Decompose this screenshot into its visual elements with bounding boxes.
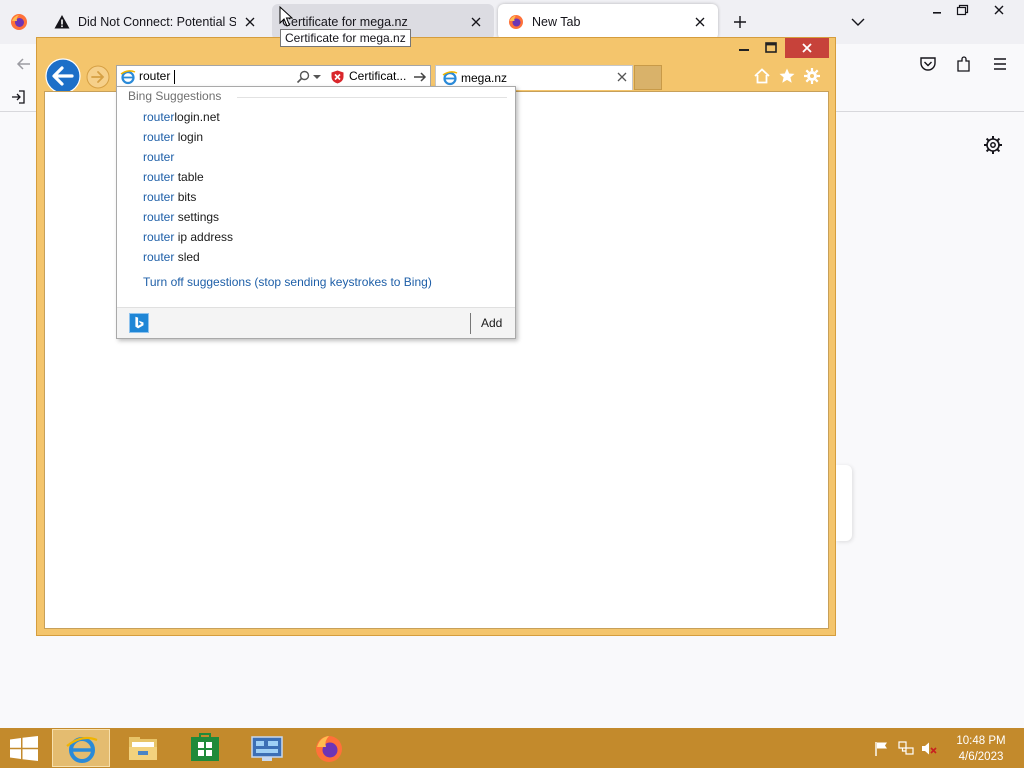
suggestion-typed-part: router [143, 130, 175, 144]
suggestion-item[interactable]: router login [143, 127, 233, 147]
certificate-error-label[interactable]: Certificat... [349, 69, 406, 83]
suggestion-item[interactable]: router ip address [143, 227, 233, 247]
close-icon[interactable] [468, 14, 484, 30]
tab-did-not-connect[interactable]: Did Not Connect: Potential Security Issu… [44, 4, 268, 40]
dropdown-arrow-icon[interactable] [313, 73, 321, 81]
chevron-down-icon[interactable] [848, 12, 868, 32]
suggestion-typed-part: router [143, 110, 175, 124]
suggestion-typed-part: router [143, 210, 175, 224]
close-icon[interactable] [692, 14, 708, 30]
firefox-icon[interactable] [10, 13, 28, 31]
tab-title: New Tab [532, 15, 581, 29]
control-panel-icon [251, 736, 283, 761]
action-center-flag-icon[interactable] [874, 741, 890, 756]
favorites-star-icon[interactable] [778, 67, 796, 85]
suggestion-item[interactable]: router settings [143, 207, 233, 227]
mouse-cursor-icon [279, 6, 293, 27]
internet-explorer-icon [66, 736, 98, 763]
sign-in-icon[interactable] [10, 89, 26, 105]
clock-date: 4/6/2023 [958, 751, 1004, 763]
suggestion-rest: bits [174, 190, 197, 204]
ie-page-icon [442, 71, 458, 86]
suggestion-rest: table [174, 170, 204, 184]
turn-off-suggestions-link[interactable]: Turn off suggestions (stop sending keyst… [143, 275, 432, 289]
back-button[interactable] [45, 58, 81, 94]
forward-button[interactable] [86, 65, 110, 89]
suggestion-rest: login.net [174, 110, 220, 124]
taskbar-firefox[interactable] [300, 729, 358, 767]
folder-icon [129, 737, 157, 760]
tab-new-tab[interactable]: New Tab [498, 4, 718, 40]
maximize-icon[interactable] [758, 39, 784, 57]
suggestion-item[interactable]: router table [143, 167, 233, 187]
new-tab-button[interactable] [634, 65, 662, 90]
tab-title: Did Not Connect: Potential Security Issu… [78, 15, 236, 29]
suggestion-item[interactable]: router [143, 147, 233, 167]
address-bar[interactable]: Certificat... [116, 65, 431, 87]
suggestion-item[interactable]: routerlogin.net [143, 107, 233, 127]
suggestion-rest: ip address [174, 230, 234, 244]
tab-title: Certificate for mega.nz [282, 15, 408, 29]
suggestion-typed-part: router [143, 190, 175, 204]
header-divider [237, 97, 507, 98]
address-suggestions-dropdown: Bing Suggestions routerlogin.net router … [116, 86, 516, 339]
menu-icon[interactable] [990, 54, 1010, 74]
close-icon [802, 43, 812, 53]
clock-time: 10:48 PM [956, 735, 1006, 747]
taskbar-control-panel[interactable] [238, 729, 296, 767]
new-tab-card [836, 465, 852, 541]
tab-title: mega.nz [461, 71, 508, 85]
suggestion-typed-part: router [143, 150, 175, 164]
suggestion-typed-part: router [143, 230, 175, 244]
bing-icon[interactable] [129, 313, 149, 333]
restore-icon[interactable] [949, 2, 975, 20]
pocket-icon[interactable] [918, 54, 938, 74]
close-icon[interactable] [986, 2, 1012, 20]
volume-muted-icon[interactable] [921, 741, 937, 756]
taskbar-internet-explorer[interactable] [52, 729, 110, 767]
go-arrow-icon[interactable] [412, 69, 428, 85]
text-caret [174, 70, 175, 84]
firefox-icon [509, 15, 523, 29]
suggestion-rest: settings [174, 210, 220, 224]
gear-icon[interactable] [803, 67, 821, 85]
add-search-provider-button[interactable]: Add [481, 316, 502, 330]
minimize-icon[interactable] [924, 2, 950, 20]
warning-icon [54, 15, 70, 29]
minimize-icon[interactable] [731, 39, 757, 57]
certificate-error-icon[interactable] [331, 70, 344, 84]
suggestion-item[interactable]: router sled [143, 247, 233, 267]
close-button[interactable] [785, 38, 829, 58]
footer-divider [470, 313, 471, 334]
suggestions-header: Bing Suggestions [128, 89, 222, 103]
address-input[interactable] [139, 67, 289, 85]
store-icon [191, 733, 219, 761]
firefox-icon [316, 736, 342, 762]
tab-tooltip: Certificate for mega.nz [280, 29, 411, 47]
home-icon[interactable] [753, 67, 771, 85]
close-icon[interactable] [242, 14, 258, 30]
suggestion-rest: sled [174, 250, 200, 264]
suggestion-rest: login [174, 130, 204, 144]
extensions-icon[interactable] [954, 54, 974, 74]
windows-logo-icon[interactable] [10, 736, 38, 761]
plus-icon[interactable] [730, 12, 750, 32]
suggestion-typed-part: router [143, 250, 175, 264]
taskbar-store[interactable] [176, 729, 234, 767]
gear-icon[interactable] [982, 134, 1004, 156]
suggestions-list: routerlogin.net router login router rout… [143, 107, 233, 267]
taskbar: 10:48 PM 4/6/2023 [0, 728, 1024, 768]
close-icon[interactable] [617, 72, 627, 82]
system-clock[interactable]: 10:48 PM 4/6/2023 [950, 733, 1012, 765]
suggestion-typed-part: router [143, 170, 175, 184]
ie-page-icon [120, 70, 136, 85]
network-icon[interactable] [898, 741, 914, 756]
suggestion-item[interactable]: router bits [143, 187, 233, 207]
taskbar-file-explorer[interactable] [114, 729, 172, 767]
suggestions-footer: Add [117, 307, 515, 338]
search-icon[interactable] [295, 69, 311, 85]
back-arrow-icon[interactable] [14, 54, 34, 74]
